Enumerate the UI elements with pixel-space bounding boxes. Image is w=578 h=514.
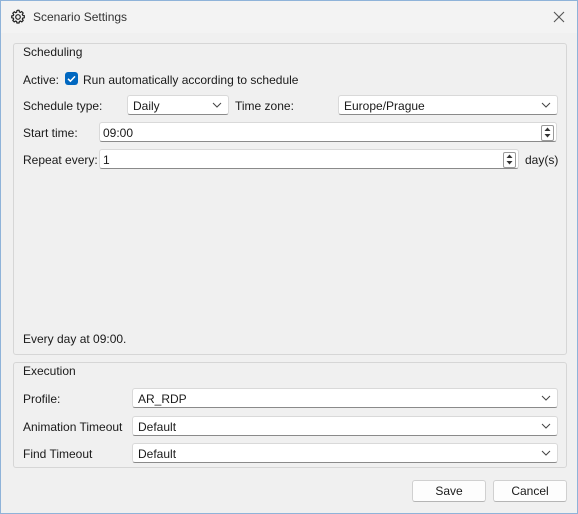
- repeat-every-value: 1: [103, 153, 110, 167]
- title-bar: Scenario Settings: [1, 1, 577, 33]
- find-timeout-label: Find Timeout: [23, 447, 93, 461]
- time-zone-select[interactable]: Europe/Prague: [338, 95, 558, 115]
- active-checkbox[interactable]: [65, 72, 78, 85]
- settings-dialog: Scenario Settings Scheduling Active: Run…: [0, 0, 578, 514]
- active-label: Active:: [23, 73, 60, 87]
- time-zone-label: Time zone:: [235, 99, 294, 113]
- schedule-summary: Every day at 09:00.: [23, 332, 127, 346]
- animation-timeout-value: Default: [138, 420, 177, 434]
- scheduling-group-title: Scheduling: [23, 45, 83, 59]
- animation-timeout-select[interactable]: Default: [132, 416, 558, 436]
- find-timeout-value: Default: [138, 447, 177, 461]
- start-time-value: 09:00: [103, 126, 134, 140]
- repeat-every-label: Repeat every:: [23, 153, 98, 167]
- execution-group-title: Execution: [23, 364, 76, 378]
- chevron-down-icon: [541, 423, 551, 429]
- close-icon[interactable]: [549, 7, 569, 27]
- scheduling-group: [13, 43, 567, 355]
- repeat-every-spinner: [503, 152, 516, 168]
- profile-label: Profile:: [23, 392, 61, 406]
- profile-value: AR_RDP: [138, 392, 187, 406]
- active-checkbox-text[interactable]: Run automatically according to schedule: [83, 73, 298, 87]
- chevron-down-icon: [541, 450, 551, 456]
- profile-select[interactable]: AR_RDP: [132, 388, 558, 408]
- save-button[interactable]: Save: [412, 480, 486, 502]
- start-time-input[interactable]: 09:00: [99, 122, 557, 142]
- cancel-button[interactable]: Cancel: [493, 480, 567, 502]
- spin-down-icon[interactable]: [506, 160, 513, 166]
- gear-icon: [11, 9, 25, 24]
- chevron-down-icon: [541, 102, 551, 108]
- animation-timeout-label: Animation Timeout: [23, 420, 123, 434]
- start-time-spinner: [541, 125, 554, 141]
- schedule-type-label: Schedule type:: [23, 99, 103, 113]
- schedule-type-select[interactable]: Daily: [127, 95, 229, 115]
- find-timeout-select[interactable]: Default: [132, 443, 558, 463]
- repeat-unit-label: day(s): [525, 153, 559, 167]
- spin-down-icon[interactable]: [544, 133, 551, 139]
- start-time-label: Start time:: [23, 126, 78, 140]
- chevron-down-icon: [212, 102, 222, 108]
- schedule-type-value: Daily: [133, 99, 160, 113]
- repeat-every-input[interactable]: 1: [99, 149, 519, 169]
- checkmark-icon: [67, 75, 76, 83]
- time-zone-value: Europe/Prague: [344, 99, 425, 113]
- window-title: Scenario Settings: [33, 10, 128, 24]
- spin-up-icon[interactable]: [506, 153, 513, 159]
- spin-up-icon[interactable]: [544, 126, 551, 132]
- chevron-down-icon: [541, 395, 551, 401]
